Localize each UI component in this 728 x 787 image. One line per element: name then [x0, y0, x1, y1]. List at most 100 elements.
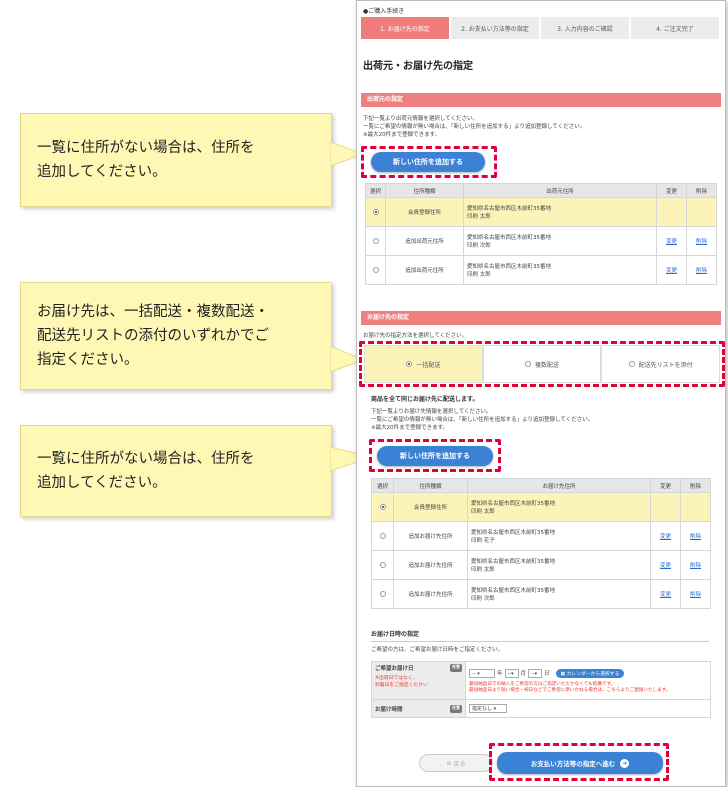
date-input-cell: -- ▾ 年 --▾ 月 --▾ 日 ▦ カレンダーから選択する 最短納品日での納入を… — [465, 661, 711, 700]
table-row[interactable]: 追加お届け先住所 愛知県名古屋市西区木前町35番地 印刷 太郎 変更 削除 — [371, 550, 711, 580]
address-text: 愛知県名古屋市西区木前町35番地 — [467, 264, 551, 270]
callout-text: お届け先は、一括配送・複数配送・ — [37, 304, 269, 320]
address-text: 愛知県名古屋市西区木前町35番地 — [471, 530, 555, 536]
proceed-payment-button[interactable]: お支払い方法等の指定へ進む ➔ — [497, 752, 663, 774]
address-type: 追加お届け先住所 — [393, 521, 468, 551]
back-label: 戻る — [453, 760, 466, 768]
edit-link[interactable]: 変更 — [660, 592, 671, 598]
address-type: 追加出荷元住所 — [385, 255, 464, 285]
address-cell: 愛知県名古屋市西区木前町35番地 印刷 太郎 — [463, 197, 657, 227]
shipfrom-section-bar: 出荷元の指定 — [361, 93, 721, 107]
callout-text: 配送先リストの添付のいずれかでご — [37, 328, 269, 344]
col-select: 選択 — [365, 183, 386, 198]
delete-link[interactable]: 削除 — [690, 563, 701, 569]
day-unit: 日 — [544, 671, 550, 677]
proceed-label: お支払い方法等の指定へ進む — [530, 760, 616, 768]
table-row[interactable]: 追加出荷元住所 愛知県名古屋市西区木前町35番地 印刷 太郎 変更 削除 — [365, 255, 717, 285]
address-type: 追加お届け先住所 — [393, 550, 468, 580]
radio-selected-icon[interactable] — [379, 503, 386, 510]
address-name: 印刷 太郎 — [471, 509, 495, 515]
edit-link[interactable]: 変更 — [666, 268, 677, 274]
address-cell: 愛知県名古屋市西区木前町35番地 印刷 次郎 — [467, 579, 651, 609]
date-note: ※出荷日ではなく、 — [375, 676, 418, 681]
delivery-add-address-button[interactable]: 新しい住所を追加する — [377, 446, 493, 466]
table-header-row: 選択 住所種類 出荷元住所 変更 削除 — [365, 183, 717, 198]
calendar-button-label: カレンダーから選択する — [566, 671, 620, 677]
radio-selected-icon[interactable] — [372, 208, 379, 215]
day-select[interactable]: --▾ — [528, 668, 543, 678]
radio-icon[interactable] — [372, 266, 379, 273]
date-warning: 最短納品日より短い場合・祝日などでご希望に添いかねる場合は、こちらよりご連絡いた… — [469, 687, 671, 693]
delivery-method-tabs: 一括配送 複数配送 配送先リストを添付 — [364, 345, 721, 383]
radio-cell[interactable] — [365, 197, 386, 227]
year-unit: 年 — [497, 671, 503, 677]
optional-badge: 任意 — [450, 664, 462, 672]
checkout-panel: ●ご購入手続き 1. お届け先の指定 2. お支払い方法等の指定 3. 入力内容… — [356, 0, 726, 787]
datetime-intro: ご希望の方は、ご希望お届け日時をご指定ください。 — [371, 647, 504, 653]
month-select[interactable]: --▾ — [504, 668, 519, 678]
delete-link[interactable]: 削除 — [696, 239, 707, 245]
radio-selected-icon[interactable] — [406, 361, 413, 367]
table-row[interactable]: 追加お届け先住所 愛知県名古屋市西区木前町35番地 印刷 花子 変更 削除 — [371, 521, 711, 551]
tab-label: 複数配送 — [535, 361, 560, 369]
time-select[interactable]: 指定なし ▾ — [469, 704, 507, 713]
table-row[interactable]: 追加出荷元住所 愛知県名古屋市西区木前町35番地 印刷 次郎 変更 削除 — [365, 226, 717, 256]
address-text: 愛知県名古屋市西区木前町35番地 — [471, 559, 555, 565]
delivery-notes: 下記一覧よりお届け先情報を選択してください。 一覧にご希望の情報が無い場合は、「… — [371, 408, 593, 432]
edit-link[interactable]: 変更 — [666, 239, 677, 245]
radio-cell[interactable] — [371, 579, 394, 609]
tab-bulk-delivery[interactable]: 一括配送 — [364, 345, 483, 383]
col-delete: 削除 — [686, 183, 717, 198]
delete-link — [680, 492, 711, 522]
step-4: 4. ご注文完了 — [631, 17, 719, 39]
col-select: 選択 — [371, 478, 394, 493]
delete-link[interactable]: 削除 — [690, 592, 701, 598]
datetime-title: お届け日時の指定 — [371, 629, 709, 642]
radio-icon[interactable] — [372, 237, 379, 244]
note-line: ※最大20件まで登録できます。 — [371, 425, 449, 431]
table-row[interactable]: 会員登録住所 愛知県名古屋市西区木前町35番地 印刷 太郎 — [365, 197, 717, 227]
date-row: ご希望お届け日 任意 ※出荷日ではなく、 到着日をご指定ください -- ▾ 年 --… — [371, 661, 711, 700]
edit-link[interactable]: 変更 — [660, 563, 671, 569]
date-note: 到着日をご指定ください — [375, 683, 428, 688]
delete-link[interactable]: 削除 — [690, 534, 701, 540]
back-button[interactable]: ⊖ 戻る — [419, 754, 493, 772]
step-2: 2. お支払い方法等の指定 — [451, 17, 539, 39]
delete-link[interactable]: 削除 — [696, 268, 707, 274]
note-line: ※最大20件まで登録できます。 — [363, 132, 441, 138]
address-type: 会員登録住所 — [385, 197, 464, 227]
radio-cell[interactable] — [365, 255, 386, 285]
col-address: お届け先住所 — [467, 478, 651, 493]
table-row[interactable]: 会員登録住所 愛知県名古屋市西区木前町35番地 印刷 太郎 — [371, 492, 711, 522]
callout-delivery-method: お届け先は、一括配送・複数配送・ 配送先リストの添付のいずれかでご 指定ください。 — [20, 282, 332, 390]
radio-cell[interactable] — [371, 521, 394, 551]
year-value: -- — [472, 670, 476, 677]
radio-icon[interactable] — [379, 561, 386, 568]
tab-attach-list[interactable]: 配送先リストを添付 — [601, 345, 721, 383]
callout-text: 一覧に住所がない場合は、住所を — [37, 451, 255, 467]
arrow-left-icon: ⊖ — [446, 759, 454, 767]
radio-cell[interactable] — [365, 226, 386, 256]
day-value: -- — [531, 670, 535, 677]
page-title: 出荷元・お届け先の指定 — [363, 61, 473, 72]
radio-cell[interactable] — [371, 492, 394, 522]
address-text: 愛知県名古屋市西区木前町35番地 — [471, 588, 555, 594]
time-input-cell: 指定なし ▾ — [465, 699, 711, 718]
address-name: 印刷 花子 — [471, 538, 495, 544]
radio-cell[interactable] — [371, 550, 394, 580]
edit-link[interactable]: 変更 — [660, 534, 671, 540]
delivery-intro: お届け先の指定方法を選択してください。 — [363, 333, 468, 339]
radio-icon[interactable] — [379, 590, 386, 597]
calendar-button[interactable]: ▦ カレンダーから選択する — [555, 668, 625, 678]
tab-multiple-delivery[interactable]: 複数配送 — [482, 345, 602, 383]
table-row[interactable]: 追加お届け先住所 愛知県名古屋市西区木前町35番地 印刷 次郎 変更 削除 — [371, 579, 711, 609]
time-row: お届け時間 任意 指定なし ▾ — [371, 699, 711, 718]
radio-icon[interactable] — [379, 532, 386, 539]
radio-icon[interactable] — [628, 361, 635, 367]
shipfrom-add-address-button[interactable]: 新しい住所を追加する — [371, 152, 485, 172]
address-name: 印刷 太郎 — [471, 567, 495, 573]
year-select[interactable]: -- ▾ — [469, 668, 495, 678]
note-line: 下記一覧よりお届け先情報を選択してください。 — [371, 409, 492, 415]
callout-text: 一覧に住所がない場合は、住所を — [37, 140, 255, 156]
radio-icon[interactable] — [525, 361, 531, 367]
